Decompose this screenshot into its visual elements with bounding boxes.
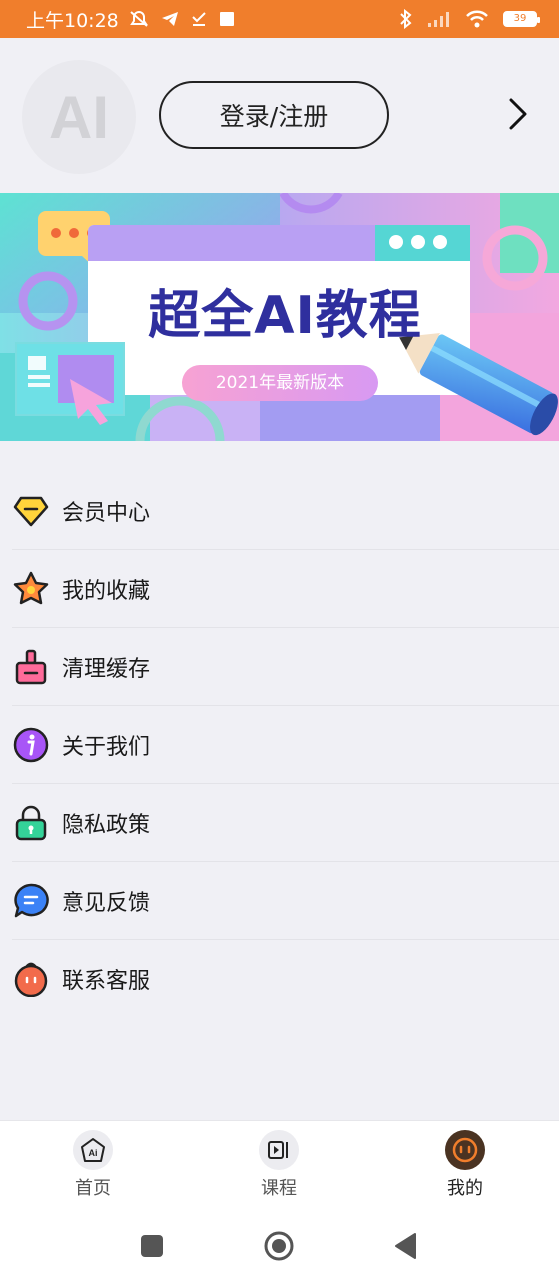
tab-mine[interactable]: 我的 (405, 1121, 525, 1213)
menu-item-customer-service[interactable]: 联系客服 (12, 940, 559, 1018)
svg-text:Ai: Ai (89, 1148, 98, 1158)
menu-label: 我的收藏 (62, 578, 151, 604)
menu-item-about-us[interactable]: 关于我们 (12, 706, 559, 784)
banner-subtitle: 2021年最新版本 (182, 365, 378, 401)
menu-label: 关于我们 (62, 734, 151, 760)
battery-indicator: 39 (503, 11, 540, 27)
login-register-button[interactable]: 登录/注册 (159, 81, 389, 149)
tab-courses[interactable]: 课程 (219, 1121, 339, 1213)
menu-item-clear-cache[interactable]: 清理缓存 (12, 628, 559, 706)
diamond-icon (12, 492, 50, 530)
square-notification-icon (219, 12, 234, 26)
menu-label: 清理缓存 (62, 656, 151, 682)
promo-banner[interactable]: 超全AI教程 2021年最新版本 (0, 193, 559, 441)
chat-icon (12, 882, 50, 920)
avatar-text: AI (49, 83, 109, 151)
tab-label: 课程 (261, 1178, 297, 1199)
menu-label: 联系客服 (62, 969, 151, 994)
lock-icon (12, 804, 50, 842)
ai-home-icon: Ai (73, 1130, 113, 1170)
bluetooth-icon (400, 9, 412, 29)
system-nav-bar (0, 1212, 559, 1280)
tab-home[interactable]: Ai 首页 (33, 1121, 153, 1213)
menu-item-feedback[interactable]: 意见反馈 (12, 862, 559, 940)
recent-apps-icon[interactable] (137, 1231, 167, 1261)
brush-icon (12, 648, 50, 686)
profile-face-icon (445, 1130, 485, 1170)
bottom-tab-bar: Ai 首页 课程 我的 (0, 1120, 559, 1212)
menu-label: 意见反馈 (62, 890, 151, 916)
avatar[interactable]: AI (22, 60, 136, 174)
signal-icon (428, 12, 449, 27)
download-check-icon (192, 12, 206, 26)
telegram-icon (161, 12, 178, 26)
status-time: 上午10:28 (26, 9, 119, 32)
profile-header: AI 登录/注册 (0, 38, 559, 193)
menu-label: 会员中心 (62, 500, 151, 526)
menu-item-privacy-policy[interactable]: 隐私政策 (12, 784, 559, 862)
wifi-icon (466, 10, 488, 28)
chevron-right-icon[interactable] (504, 96, 530, 132)
menu-item-favorites[interactable]: 我的收藏 (12, 550, 559, 628)
customer-service-icon (12, 960, 50, 998)
tab-label: 我的 (447, 1178, 483, 1199)
video-course-icon (259, 1130, 299, 1170)
menu-label: 隐私政策 (62, 812, 151, 838)
status-bar: 上午10:28 39 (0, 0, 559, 38)
home-circle-icon[interactable] (264, 1231, 294, 1261)
star-icon (12, 570, 50, 608)
mute-alarm-icon (129, 11, 148, 27)
settings-menu: 会员中心 我的收藏 清理缓存 关于我们 隐私政策 意见反馈 联系客服 (0, 472, 559, 1018)
banner-title: 超全AI教程 (148, 286, 422, 346)
menu-item-vip-center[interactable]: 会员中心 (12, 472, 559, 550)
tab-label: 首页 (75, 1178, 111, 1199)
back-triangle-icon[interactable] (391, 1231, 421, 1261)
info-icon (12, 726, 50, 764)
